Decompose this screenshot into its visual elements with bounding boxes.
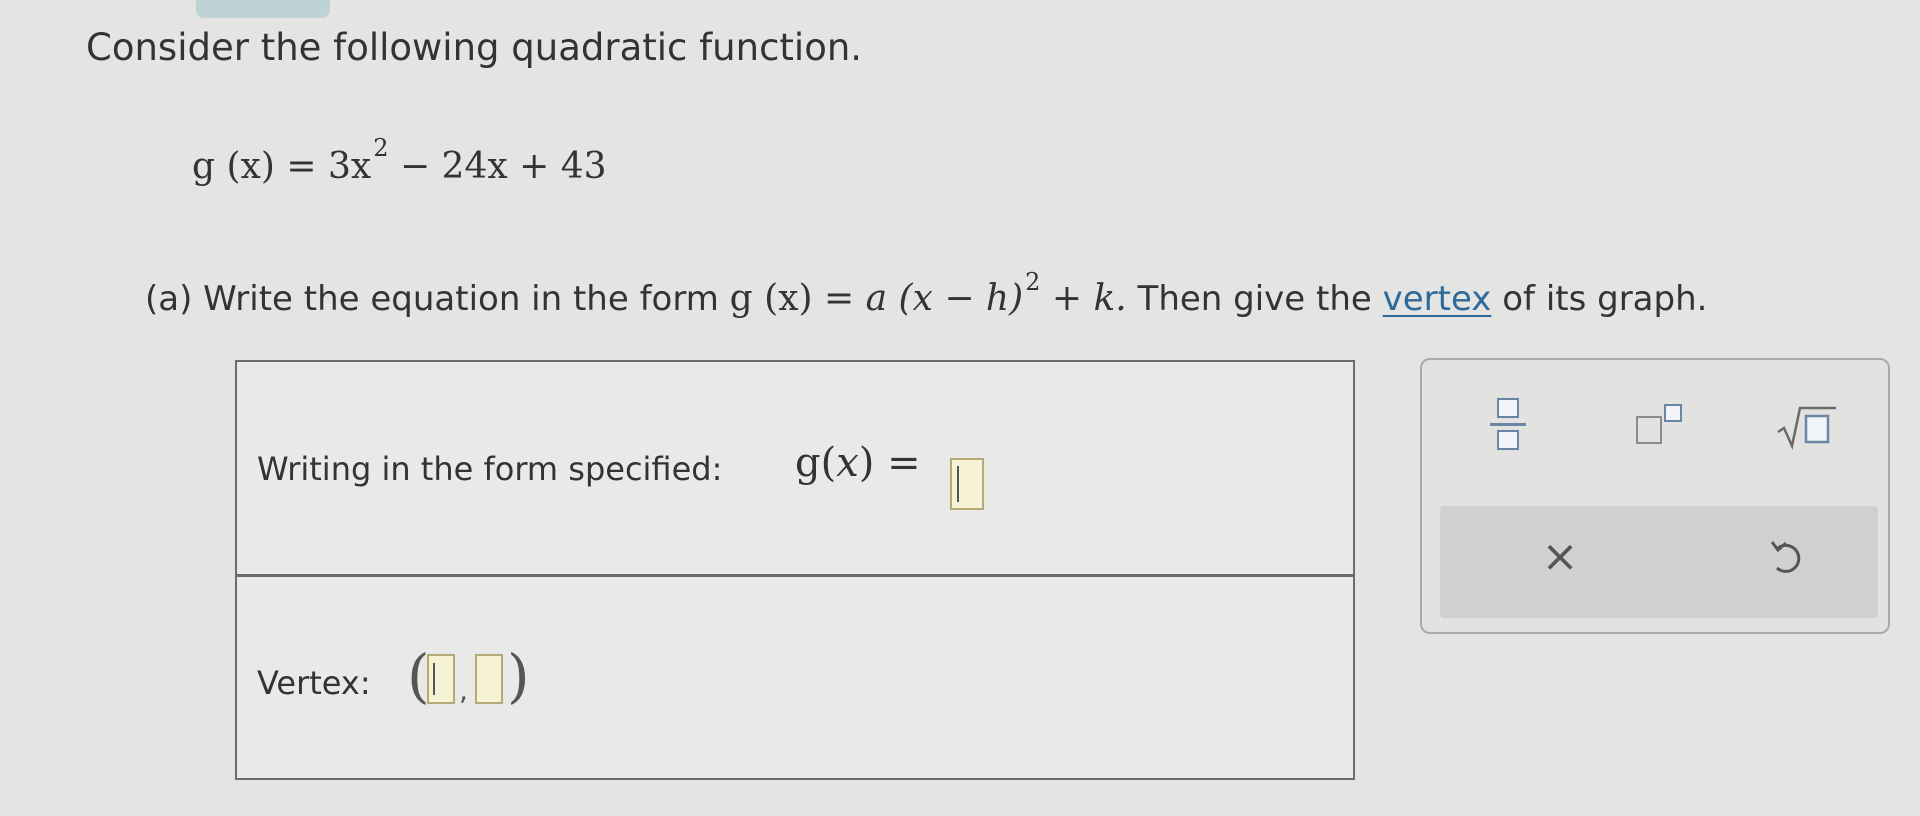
- answer-panel: Writing in the form specified: g(x) = Ve…: [235, 360, 1355, 780]
- equation-coef: 3x: [327, 146, 372, 187]
- fraction-denominator-icon: [1497, 430, 1519, 450]
- square-root-button[interactable]: [1774, 402, 1838, 452]
- clear-button[interactable]: ×: [1530, 526, 1590, 586]
- math-toolbox: ×: [1420, 358, 1890, 634]
- vertex-close-paren: ): [507, 642, 530, 710]
- superscript-button[interactable]: [1630, 402, 1690, 448]
- close-icon: ×: [1541, 530, 1579, 582]
- fraction-bar-icon: [1490, 423, 1526, 426]
- top-tab-indicator: [196, 0, 330, 18]
- vertex-definition-link[interactable]: vertex: [1383, 279, 1492, 319]
- form-answer-label: Writing in the form specified:: [257, 450, 723, 488]
- superscript-base-icon: [1636, 416, 1662, 444]
- part-a-suffix: of its graph.: [1491, 279, 1708, 319]
- vertex-form-paren: (x − h): [887, 278, 1024, 319]
- equation-exponent: 2: [373, 134, 389, 162]
- part-a-then: Then give the: [1126, 279, 1383, 319]
- equation-rest: − 24x + 43: [399, 146, 607, 187]
- superscript-exponent-icon: [1664, 404, 1682, 422]
- equation-eq-sign: =: [286, 146, 317, 187]
- part-a-prefix: (a) Write the equation in the form: [145, 279, 719, 319]
- vertex-form-tail: + k.: [1040, 278, 1127, 319]
- vertex-form-expression: g (x) = a (x − h)2 + k.: [729, 268, 1127, 319]
- vertex-form-a: a: [865, 278, 888, 319]
- fraction-button[interactable]: [1486, 394, 1530, 456]
- quadratic-equation: g (x) = 3x2 − 24x + 43: [192, 134, 607, 187]
- form-answer-x: x: [836, 440, 859, 486]
- vertex-form-lhs: g (x) =: [729, 278, 866, 319]
- fraction-numerator-icon: [1497, 398, 1519, 418]
- form-answer-row: Writing in the form specified: g(x) =: [237, 362, 1353, 577]
- problem-prompt: Consider the following quadratic functio…: [86, 26, 863, 69]
- equation-lhs: g: [192, 146, 216, 187]
- form-answer-lhs: g(x) =: [795, 440, 921, 486]
- part-a-question: (a) Write the equation in the form g (x)…: [145, 268, 1707, 319]
- vertex-x-input[interactable]: [427, 654, 455, 704]
- vertex-comma: ,: [459, 674, 468, 707]
- square-root-icon: [1777, 406, 1836, 451]
- vertex-y-input[interactable]: [475, 654, 503, 704]
- undo-button[interactable]: [1758, 526, 1818, 586]
- form-answer-eq: =: [887, 440, 921, 486]
- undo-icon: [1770, 541, 1801, 573]
- form-answer-g: g: [795, 440, 821, 486]
- vertex-form-exponent: 2: [1025, 268, 1041, 296]
- form-answer-input[interactable]: [950, 458, 984, 510]
- vertex-label: Vertex:: [257, 664, 371, 702]
- equation-arg: (x): [226, 146, 275, 187]
